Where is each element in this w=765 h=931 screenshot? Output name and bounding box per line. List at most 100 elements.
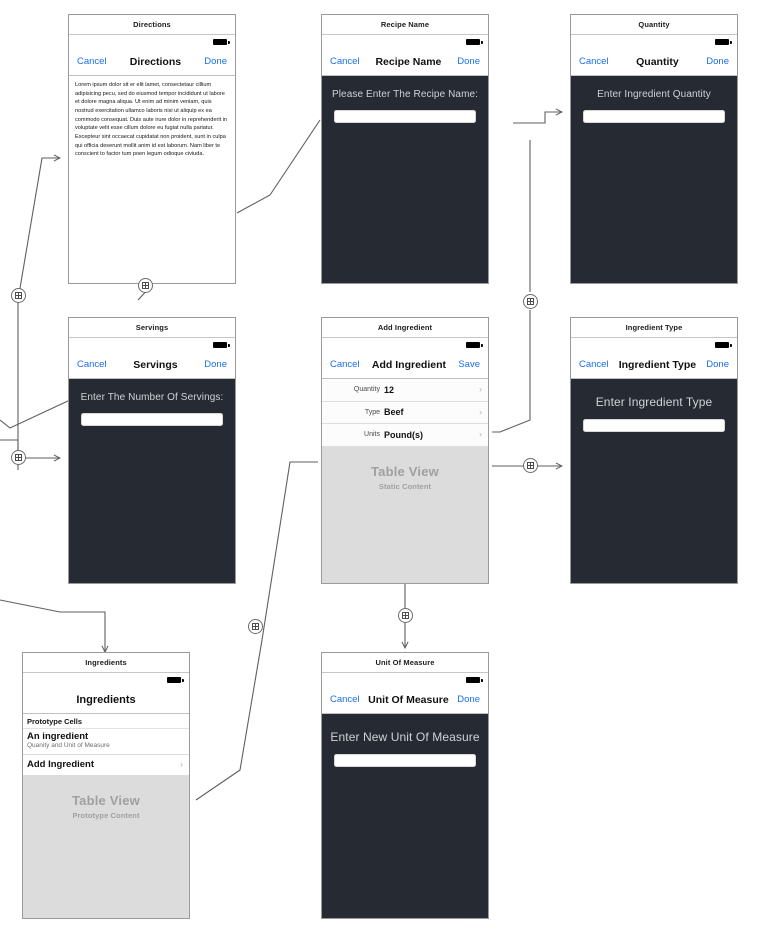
battery-icon — [715, 39, 732, 45]
done-button[interactable]: Done — [457, 694, 480, 705]
directions-text: Lorem ipsum dolor sit er elit lamet, con… — [75, 82, 228, 158]
chevron-right-icon: › — [180, 759, 183, 770]
segue-icon — [252, 623, 259, 630]
table-row-type[interactable]: Type Beef › — [322, 401, 488, 424]
quantity-prompt: Enter Ingredient Quantity — [597, 89, 711, 100]
segue-icon — [142, 282, 149, 289]
row-label: Units — [364, 431, 380, 439]
row-label: Quantity — [353, 386, 380, 394]
segue-badge-servings[interactable] — [11, 450, 26, 465]
prototype-cells-header: Prototype Cells — [23, 714, 189, 729]
segue-badge-unit-of-measure[interactable] — [398, 608, 413, 623]
scene-add-ingredient[interactable]: Add Ingredient Cancel Add Ingredient Sav… — [321, 317, 489, 584]
cancel-button[interactable]: Cancel — [330, 694, 360, 705]
nav-bar-quantity: Cancel Quantity Done — [571, 48, 737, 76]
segue-badge-directions[interactable] — [11, 288, 26, 303]
recipe-name-prompt: Please Enter The Recipe Name: — [331, 89, 479, 100]
recipe-name-input[interactable] — [334, 110, 476, 123]
ingredient-type-body: Enter Ingredient Type — [571, 379, 737, 583]
nav-bar-servings: Cancel Servings Done — [69, 351, 235, 379]
directions-text-view[interactable]: Lorem ipsum dolor sit er elit lamet, con… — [69, 76, 235, 283]
scene-title-directions: Directions — [69, 15, 235, 35]
status-bar — [69, 35, 235, 48]
storyboard-canvas[interactable]: Directions Cancel Directions Done Lorem … — [0, 0, 765, 931]
status-bar — [322, 673, 488, 686]
prototype-cell-title: An ingredient — [27, 731, 89, 742]
status-bar — [322, 338, 488, 351]
cancel-button[interactable]: Cancel — [330, 56, 360, 67]
scene-unit-of-measure[interactable]: Unit Of Measure Cancel Unit Of Measure D… — [321, 652, 489, 919]
scene-quantity[interactable]: Quantity Cancel Quantity Done Enter Ingr… — [570, 14, 738, 284]
nav-title: Ingredients — [76, 693, 136, 706]
static-cells: Quantity 12 › Type Beef › Units Pound(s)… — [322, 379, 488, 447]
segue-badge-ingredient-type[interactable] — [523, 458, 538, 473]
scene-title-quantity: Quantity — [571, 15, 737, 35]
battery-icon — [213, 39, 230, 45]
scene-servings[interactable]: Servings Cancel Servings Done Enter The … — [68, 317, 236, 584]
nav-title: Recipe Name — [375, 55, 442, 68]
nav-title: Directions — [129, 55, 182, 68]
battery-icon — [466, 39, 483, 45]
nav-bar-directions: Cancel Directions Done — [69, 48, 235, 76]
prototype-cell-title: Add Ingredient — [27, 758, 95, 770]
save-button[interactable]: Save — [458, 359, 480, 370]
nav-title: Add Ingredient — [371, 358, 446, 371]
table-row-units[interactable]: Units Pound(s) › — [322, 424, 488, 447]
segue-badge-quantity[interactable] — [523, 294, 538, 309]
scene-title-servings: Servings — [69, 318, 235, 338]
segue-icon — [15, 454, 22, 461]
unit-of-measure-body: Enter New Unit Of Measure — [322, 714, 488, 918]
battery-icon — [466, 677, 483, 683]
prototype-cell-add-ingredient[interactable]: Add Ingredient › — [23, 754, 189, 777]
cancel-button[interactable]: Cancel — [330, 359, 360, 370]
nav-title: Ingredient Type — [618, 358, 697, 371]
cancel-button[interactable]: Cancel — [77, 359, 107, 370]
table-view-subtitle: Static Content — [378, 481, 432, 491]
table-view-title: Table View — [72, 793, 140, 809]
nav-bar-ingredient-type: Cancel Ingredient Type Done — [571, 351, 737, 379]
scene-title-unit-of-measure: Unit Of Measure — [322, 653, 488, 673]
unit-of-measure-input[interactable] — [334, 754, 476, 767]
scene-ingredients[interactable]: Ingredients Ingredients Prototype Cells … — [22, 652, 190, 919]
status-bar — [69, 338, 235, 351]
battery-icon — [167, 677, 184, 683]
scene-directions[interactable]: Directions Cancel Directions Done Lorem … — [68, 14, 236, 284]
done-button[interactable]: Done — [706, 56, 729, 67]
done-button[interactable]: Done — [204, 359, 227, 370]
battery-icon — [466, 342, 483, 348]
scene-ingredient-type[interactable]: Ingredient Type Cancel Ingredient Type D… — [570, 317, 738, 584]
servings-input[interactable] — [81, 413, 223, 426]
segue-icon — [527, 462, 534, 469]
table-view-title: Table View — [371, 463, 439, 479]
nav-title: Servings — [133, 358, 178, 371]
nav-bar-ingredients: Ingredients — [23, 686, 189, 714]
nav-bar-unit-of-measure: Cancel Unit Of Measure Done — [322, 686, 488, 714]
nav-bar-recipe-name: Cancel Recipe Name Done — [322, 48, 488, 76]
nav-title: Quantity — [636, 55, 679, 68]
done-button[interactable]: Done — [706, 359, 729, 370]
cancel-button[interactable]: Cancel — [579, 56, 609, 67]
scene-title-add-ingredient: Add Ingredient — [322, 318, 488, 338]
status-bar — [571, 35, 737, 48]
chevron-right-icon: › — [479, 429, 482, 440]
scene-title-ingredients: Ingredients — [23, 653, 189, 673]
quantity-input[interactable] — [583, 110, 725, 123]
status-bar — [23, 673, 189, 686]
row-label: Type — [364, 408, 380, 416]
nav-bar-add-ingredient: Cancel Add Ingredient Save — [322, 351, 488, 379]
prototype-cell-ingredient[interactable]: An ingredient Quanity and Unit of Measur… — [23, 729, 189, 755]
battery-icon — [715, 342, 732, 348]
cancel-button[interactable]: Cancel — [579, 359, 609, 370]
cancel-button[interactable]: Cancel — [77, 56, 107, 67]
scene-recipe-name[interactable]: Recipe Name Cancel Recipe Name Done Plea… — [321, 14, 489, 284]
table-row-quantity[interactable]: Quantity 12 › — [322, 379, 488, 402]
segue-badge-add-ingredient[interactable] — [248, 619, 263, 634]
row-value: Pound(s) — [384, 429, 423, 440]
ingredient-type-input[interactable] — [583, 419, 725, 432]
table-view-placeholder: Table View Prototype Content — [23, 776, 189, 918]
segue-badge-directions-top[interactable] — [138, 278, 153, 293]
done-button[interactable]: Done — [457, 56, 480, 67]
done-button[interactable]: Done — [204, 56, 227, 67]
recipe-name-body: Please Enter The Recipe Name: — [322, 76, 488, 283]
chevron-right-icon: › — [479, 384, 482, 395]
